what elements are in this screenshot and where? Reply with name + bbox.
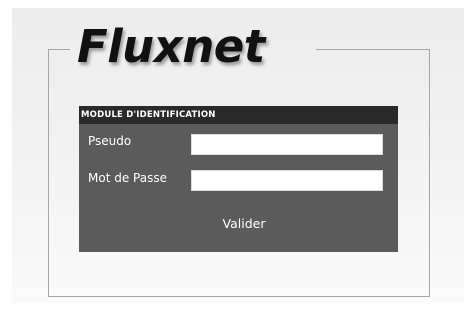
frame-top-right [316, 49, 430, 50]
frame-left [48, 49, 49, 297]
fluxnet-logo: Fluxnet [77, 20, 265, 73]
username-label: Pseudo [88, 134, 132, 148]
username-input[interactable] [191, 134, 383, 155]
login-panel: MODULE D'IDENTIFICATION Pseudo Mot de Pa… [79, 106, 398, 252]
submit-button[interactable]: Valider [204, 216, 284, 231]
frame-bottom [48, 296, 430, 297]
password-input[interactable] [191, 170, 383, 191]
password-label: Mot de Passe [88, 171, 167, 185]
login-panel-header: MODULE D'IDENTIFICATION [79, 106, 398, 124]
frame-right [429, 49, 430, 297]
frame-top-left [48, 49, 70, 50]
